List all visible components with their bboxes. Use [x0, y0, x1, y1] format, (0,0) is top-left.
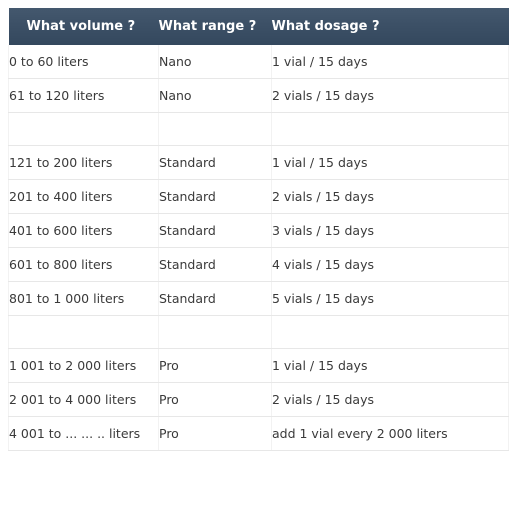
table-cell-range: Standard [158, 213, 272, 248]
cell-text: Pro [159, 426, 179, 441]
table-cell-volume: 0 to 60 liters [8, 45, 159, 79]
table-cell-volume: 201 to 400 liters [8, 179, 159, 214]
table-cell-range: Pro [158, 416, 272, 451]
cell-text: 401 to 600 liters [9, 223, 113, 238]
table-cell-dosage: 4 vials / 15 days [271, 247, 509, 282]
cell-text: 601 to 800 liters [9, 257, 113, 272]
table-cell-dosage: add 1 vial every 2 000 liters [271, 416, 509, 451]
cell-text: add 1 vial every 2 000 liters [272, 426, 448, 441]
table-spacer-cell [8, 112, 159, 146]
cell-text: 4 001 to ... ... .. liters [9, 426, 141, 441]
table-row: 401 to 600 liters Standard 3 vials / 15 da… [8, 213, 509, 248]
table-row: 2 001 to 4 000 liters Pro 2 vials / 15 day… [8, 382, 509, 417]
cell-text: Standard [159, 291, 216, 306]
table-spacer-cell [271, 315, 509, 349]
table-row: 61 to 120 liters Nano 2 vials / 15 days [8, 78, 509, 113]
table-row: 4 001 to ... ... .. liters Pro add 1 vial … [8, 416, 509, 451]
table-cell-range: Standard [158, 247, 272, 282]
cell-text: Standard [159, 189, 216, 204]
cell-text: Standard [159, 155, 216, 170]
table-cell-dosage: 2 vials / 15 days [271, 382, 509, 417]
table-cell-range: Pro [158, 348, 272, 383]
table-spacer-cell [271, 112, 509, 146]
table-cell-volume: 4 001 to ... ... .. liters [8, 416, 159, 451]
table-spacer-cell [158, 112, 272, 146]
table-cell-dosage: 1 vial / 15 days [271, 45, 509, 79]
table-cell-dosage: 2 vials / 15 days [271, 179, 509, 214]
column-header-range: What range ? [158, 8, 272, 45]
cell-text: 201 to 400 liters [9, 189, 113, 204]
table-cell-range: Standard [158, 281, 272, 316]
cell-text: Standard [159, 223, 216, 238]
table-cell-dosage: 2 vials / 15 days [271, 78, 509, 113]
table-cell-volume: 601 to 800 liters [8, 247, 159, 282]
table-spacer-cell [8, 315, 159, 349]
cell-text: Pro [159, 392, 179, 407]
cell-text: Nano [159, 54, 192, 69]
table-row: 121 to 200 liters Standard 1 vial / 15 day… [8, 145, 509, 180]
table-header: What volume ? What range ? What dosage ? [8, 8, 509, 45]
table-cell-dosage: 5 vials / 15 days [271, 281, 509, 316]
column-header-volume: What volume ? [8, 8, 159, 45]
table-cell-volume: 401 to 600 liters [8, 213, 159, 248]
cell-text: 4 vials / 15 days [272, 257, 374, 272]
table-row: 601 to 800 liters Standard 4 vials / 15 da… [8, 247, 509, 282]
table-cell-range: Pro [158, 382, 272, 417]
table-cell-volume: 61 to 120 liters [8, 78, 159, 113]
table-row: 0 to 60 liters Nano 1 vial / 15 days [8, 45, 509, 79]
table-header-row: What volume ? What range ? What dosage ? [8, 8, 509, 45]
table-row: 1 001 to 2 000 liters Pro 1 vial / 15 days [8, 348, 509, 383]
cell-text: Standard [159, 257, 216, 272]
dosage-table-container: What volume ? What range ? What dosage ?… [8, 8, 509, 451]
table-row: 201 to 400 liters Standard 2 vials / 15 da… [8, 179, 509, 214]
cell-text: 1 vial / 15 days [272, 155, 368, 170]
table-cell-dosage: 3 vials / 15 days [271, 213, 509, 248]
table-cell-dosage: 1 vial / 15 days [271, 145, 509, 180]
dosage-table: What volume ? What range ? What dosage ?… [8, 8, 509, 451]
cell-text: 1 vial / 15 days [272, 358, 368, 373]
cell-text: 2 vials / 15 days [272, 88, 374, 103]
table-cell-volume: 121 to 200 liters [8, 145, 159, 180]
table-cell-range: Nano [158, 45, 272, 79]
cell-text: 1 vial / 15 days [272, 54, 368, 69]
table-spacer-row [8, 315, 509, 349]
cell-text: 1 001 to 2 000 liters [9, 358, 137, 373]
table-cell-volume: 1 001 to 2 000 liters [8, 348, 159, 383]
table-cell-volume: 801 to 1 000 liters [8, 281, 159, 316]
table-cell-range: Standard [158, 145, 272, 180]
cell-text: 3 vials / 15 days [272, 223, 374, 238]
table-cell-range: Nano [158, 78, 272, 113]
cell-text: 2 001 to 4 000 liters [9, 392, 137, 407]
table-cell-range: Standard [158, 179, 272, 214]
table-spacer-cell [158, 315, 272, 349]
cell-text: 61 to 120 liters [9, 88, 105, 103]
cell-text: 2 vials / 15 days [272, 189, 374, 204]
cell-text: 5 vials / 15 days [272, 291, 374, 306]
table-row: 801 to 1 000 liters Standard 5 vials / 15 … [8, 281, 509, 316]
cell-text: Nano [159, 88, 192, 103]
table-cell-dosage: 1 vial / 15 days [271, 348, 509, 383]
cell-text: 801 to 1 000 liters [9, 291, 125, 306]
cell-text: 121 to 200 liters [9, 155, 113, 170]
cell-text: Pro [159, 358, 179, 373]
table-body: 0 to 60 liters Nano 1 vial / 15 days 61 to … [8, 45, 509, 451]
cell-text: 0 to 60 liters [9, 54, 89, 69]
cell-text: 2 vials / 15 days [272, 392, 374, 407]
table-cell-volume: 2 001 to 4 000 liters [8, 382, 159, 417]
table-spacer-row [8, 112, 509, 146]
column-header-dosage: What dosage ? [271, 8, 509, 45]
